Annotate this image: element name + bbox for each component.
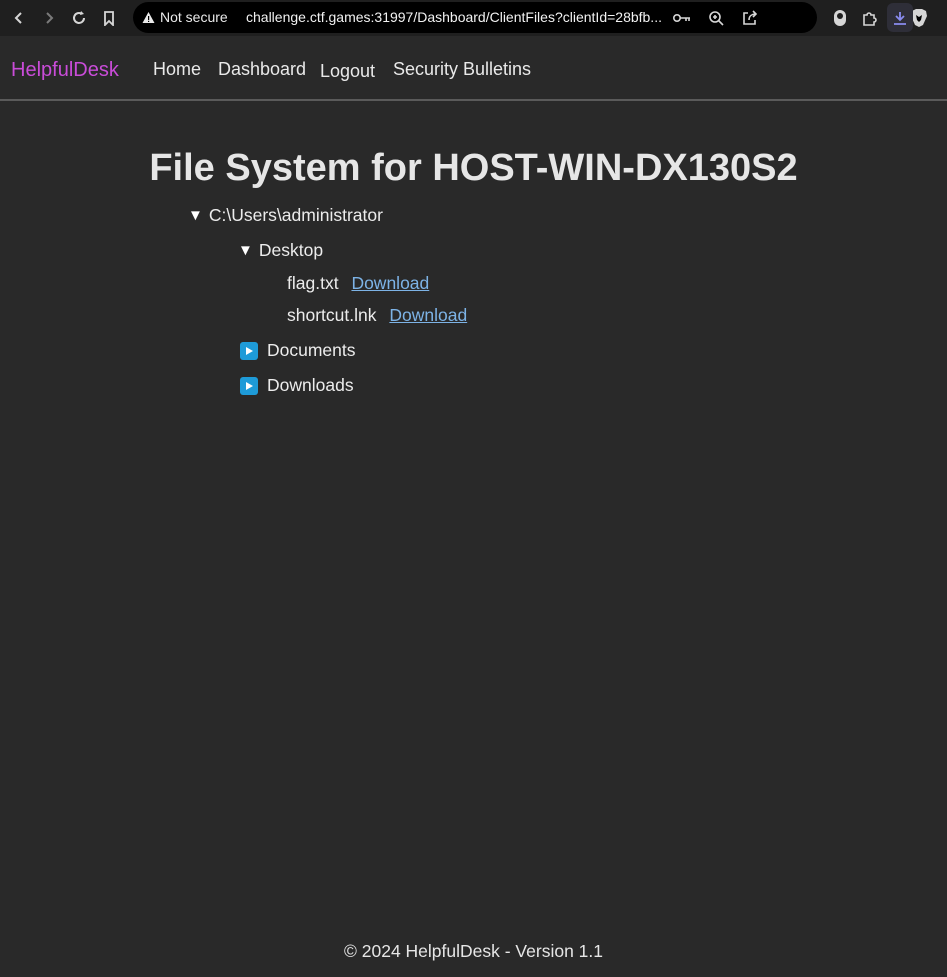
tree-root[interactable]: ▼ C:\Users\administrator <box>188 205 383 226</box>
file-name: shortcut.lnk <box>287 305 377 325</box>
file-row: shortcut.lnk Download <box>287 305 467 326</box>
url-text[interactable]: challenge.ctf.games:31997/Dashboard/Clie… <box>246 9 662 25</box>
site-navbar: HelpfulDesk Home Dashboard Logout Securi… <box>0 37 947 101</box>
reload-icon[interactable] <box>65 4 93 32</box>
expanded-triangle-icon: ▼ <box>188 207 203 224</box>
share-icon[interactable] <box>740 8 760 28</box>
bookmark-icon[interactable] <box>95 4 123 32</box>
folder-label: Downloads <box>267 375 354 395</box>
zoom-icon[interactable] <box>706 8 726 28</box>
tree-folder-documents[interactable]: Documents <box>240 340 356 361</box>
browser-toolbar: Not secure challenge.ctf.games:31997/Das… <box>0 0 947 36</box>
address-bar[interactable]: Not secure challenge.ctf.games:31997/Das… <box>133 2 927 33</box>
forward-icon[interactable] <box>35 4 63 32</box>
collapsed-arrow-icon <box>240 376 258 395</box>
folder-label: Documents <box>267 340 356 360</box>
file-name: flag.txt <box>287 273 339 293</box>
nav-dashboard[interactable]: Dashboard <box>218 59 306 80</box>
collapsed-arrow-icon <box>240 341 258 360</box>
nav-security-bulletins[interactable]: Security Bulletins <box>393 59 531 80</box>
security-label: Not secure <box>160 9 228 25</box>
tree-folder-desktop[interactable]: ▼ Desktop <box>238 240 323 261</box>
extension-rewards-icon[interactable] <box>829 7 851 29</box>
download-link[interactable]: Download <box>389 305 467 325</box>
download-icon[interactable] <box>889 7 911 29</box>
download-link[interactable]: Download <box>351 273 429 293</box>
page-title: File System for HOST-WIN-DX130S2 <box>149 147 798 189</box>
back-icon[interactable] <box>5 4 33 32</box>
brand-link[interactable]: HelpfulDesk <box>11 59 119 82</box>
warning-icon <box>142 11 155 23</box>
key-icon[interactable] <box>672 8 692 28</box>
file-row: flag.txt Download <box>287 273 429 294</box>
nav-logout[interactable]: Logout <box>320 61 375 82</box>
extensions-icon[interactable] <box>859 7 881 29</box>
footer: © 2024 HelpfulDesk - Version 1.1 <box>343 941 603 961</box>
nav-home[interactable]: Home <box>153 59 201 80</box>
folder-label: C:\Users\administrator <box>208 205 383 225</box>
security-indicator[interactable]: Not secure <box>142 9 228 25</box>
tree-folder-downloads[interactable]: Downloads <box>240 375 354 396</box>
folder-label: Desktop <box>258 240 324 260</box>
expanded-triangle-icon: ▼ <box>238 242 253 259</box>
